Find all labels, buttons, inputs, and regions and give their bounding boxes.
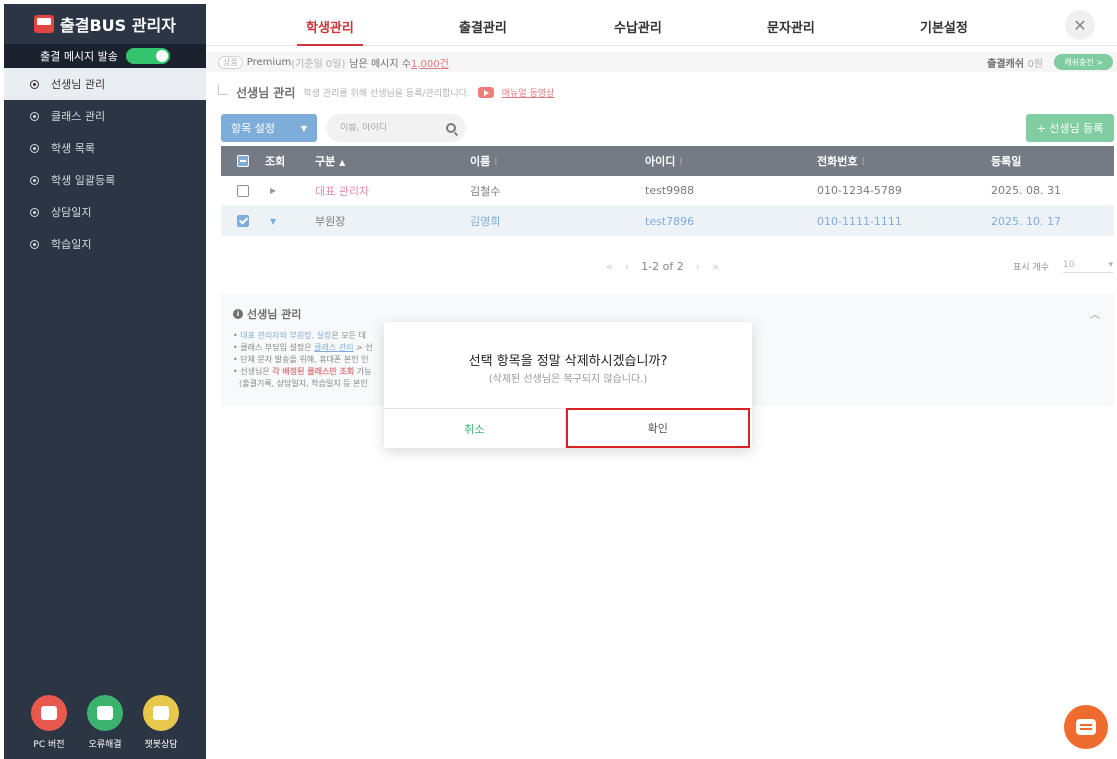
message-toggle-row: 출결 메시지 발송	[4, 44, 206, 68]
tab-student-management[interactable]: 학생관리	[306, 17, 354, 36]
tab-messages[interactable]: 문자관리	[767, 17, 815, 36]
bus-logo-icon	[34, 15, 55, 33]
phone-icon	[87, 695, 123, 731]
radio-icon	[30, 207, 39, 217]
pc-version-label: PC 버전	[33, 740, 65, 750]
radio-icon	[30, 239, 39, 249]
brand-title: 출결BUS 관리자	[60, 16, 176, 35]
tab-settings[interactable]: 기본설정	[920, 17, 968, 36]
dialog-buttons: 취소 확인	[384, 408, 752, 448]
dialog-subtitle: (삭제된 선생님은 복구되지 않습니다.)	[488, 374, 648, 385]
chat-support-button[interactable]	[1064, 705, 1108, 749]
sidebar-item-label: 상담일지	[51, 206, 92, 219]
radio-icon	[30, 143, 39, 153]
sidebar-item-class[interactable]: 클래스 관리	[4, 100, 206, 132]
sidebar-bottom: PC 버전 오류해결 챗봇상담	[4, 689, 206, 759]
tab-payment[interactable]: 수납관리	[614, 17, 662, 36]
radio-icon	[30, 79, 39, 89]
sidebar-item-label: 학생 일괄등록	[51, 174, 116, 187]
radio-icon	[30, 111, 39, 121]
chatbot-button[interactable]: 챗봇상담	[143, 695, 179, 759]
radio-icon	[30, 175, 39, 185]
chat-bubble-icon	[1076, 719, 1096, 735]
sidebar-item-counsel-log[interactable]: 상담일지	[4, 196, 206, 228]
sidebar-item-teacher[interactable]: 선생님 관리	[4, 68, 206, 100]
sidebar-item-students[interactable]: 학생 목록	[4, 132, 206, 164]
top-nav: 학생관리 출결관리 수납관리 문자관리 기본설정 ✕	[206, 4, 1117, 46]
chat-icon	[143, 695, 179, 731]
sidebar-item-study-log[interactable]: 학습일지	[4, 228, 206, 260]
active-tab-underline	[297, 44, 363, 46]
sidebar: 출결BUS 관리자 출결 메시지 발송 선생님 관리 클래스 관리 학생 목록 …	[4, 4, 206, 759]
brand[interactable]: 출결BUS 관리자	[4, 4, 206, 44]
tab-attendance[interactable]: 출결관리	[459, 17, 507, 36]
sidebar-item-label: 학생 목록	[51, 142, 95, 155]
chatbot-label: 챗봇상담	[144, 740, 178, 750]
sidebar-item-label: 학습일지	[51, 238, 92, 251]
dialog-title: 선택 항목을 정말 삭제하시겠습니까?	[468, 354, 668, 369]
pc-version-button[interactable]: PC 버전	[31, 695, 67, 759]
message-toggle[interactable]	[125, 48, 170, 64]
sidebar-item-bulk-register[interactable]: 학생 일괄등록	[4, 164, 206, 196]
confirm-button[interactable]: 확인	[565, 408, 750, 448]
cancel-button[interactable]: 취소	[384, 409, 566, 448]
message-toggle-label: 출결 메시지 발송	[40, 50, 118, 63]
delete-confirm-dialog: 선택 항목을 정말 삭제하시겠습니까? (삭제된 선생님은 복구되지 않습니다.…	[384, 322, 752, 448]
bus-icon	[31, 695, 67, 731]
sidebar-item-label: 클래스 관리	[51, 110, 106, 123]
sidebar-item-label: 선생님 관리	[51, 78, 106, 91]
troubleshoot-label: 오류해결	[88, 740, 122, 750]
close-icon[interactable]: ✕	[1065, 10, 1095, 40]
troubleshoot-button[interactable]: 오류해결	[87, 695, 123, 759]
